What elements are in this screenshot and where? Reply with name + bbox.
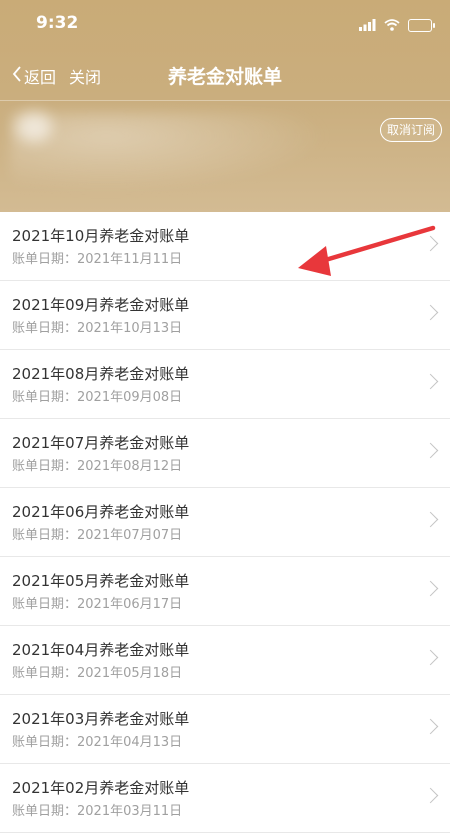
chevron-right-icon [422, 787, 439, 804]
header-divider [0, 100, 450, 101]
status-icons [359, 16, 435, 35]
statement-row[interactable]: 2021年02月养老金对账单 账单日期：2021年03月11日 [0, 764, 450, 833]
chevron-right-icon [422, 718, 439, 735]
chevron-right-icon [422, 580, 439, 597]
statement-row[interactable]: 2021年04月养老金对账单 账单日期：2021年05月18日 [0, 626, 450, 695]
blurred-avatar [16, 112, 52, 142]
chevron-right-icon [422, 373, 439, 390]
account-header: 9:32 返回 关闭 养老金对账单 取消订阅 [0, 0, 450, 212]
statement-row[interactable]: 2021年03月养老金对账单 账单日期：2021年04月13日 [0, 695, 450, 764]
statement-date: 账单日期：2021年06月17日 [12, 597, 183, 612]
statement-title: 2021年02月养老金对账单 [12, 779, 190, 797]
nav-bar: 返回 关闭 养老金对账单 [0, 50, 450, 100]
statement-date: 账单日期：2021年04月13日 [12, 735, 183, 750]
statement-date: 账单日期：2021年05月18日 [12, 666, 183, 681]
statement-row[interactable]: 2021年08月养老金对账单 账单日期：2021年09月08日 [0, 350, 450, 419]
statement-title: 2021年07月养老金对账单 [12, 434, 190, 452]
statement-row[interactable]: 2021年10月养老金对账单 账单日期：2021年11月11日 [0, 212, 450, 281]
chevron-right-icon [422, 649, 439, 666]
statement-date: 账单日期：2021年08月12日 [12, 459, 183, 474]
statement-row[interactable]: 2021年06月养老金对账单 账单日期：2021年07月07日 [0, 488, 450, 557]
unsubscribe-button[interactable]: 取消订阅 [379, 118, 442, 142]
battery-icon [408, 19, 435, 32]
statement-title: 2021年09月养老金对账单 [12, 296, 190, 314]
statement-title: 2021年08月养老金对账单 [12, 365, 190, 383]
statement-date: 账单日期：2021年11月11日 [12, 252, 183, 267]
status-bar: 9:32 [0, 0, 450, 48]
wifi-icon [384, 16, 400, 35]
statement-date: 账单日期：2021年07月07日 [12, 528, 183, 543]
statement-row[interactable]: 2021年09月养老金对账单 账单日期：2021年10月13日 [0, 281, 450, 350]
blurred-account-info [10, 112, 330, 192]
statement-title: 2021年04月养老金对账单 [12, 641, 190, 659]
status-time: 9:32 [36, 13, 79, 33]
statement-title: 2021年03月养老金对账单 [12, 710, 190, 728]
statement-date: 账单日期：2021年10月13日 [12, 321, 183, 336]
statement-list: 2021年10月养老金对账单 账单日期：2021年11月11日 2021年09月… [0, 212, 450, 833]
statement-row[interactable]: 2021年07月养老金对账单 账单日期：2021年08月12日 [0, 419, 450, 488]
statement-date: 账单日期：2021年09月08日 [12, 390, 183, 405]
statement-date: 账单日期：2021年03月11日 [12, 804, 183, 819]
statement-title: 2021年05月养老金对账单 [12, 572, 190, 590]
chevron-right-icon [422, 235, 439, 252]
chevron-right-icon [422, 442, 439, 459]
chevron-right-icon [422, 511, 439, 528]
page-title: 养老金对账单 [167, 66, 282, 88]
signal-icon [359, 16, 376, 35]
chevron-right-icon [422, 304, 439, 321]
statement-row[interactable]: 2021年05月养老金对账单 账单日期：2021年06月17日 [0, 557, 450, 626]
statement-title: 2021年10月养老金对账单 [12, 227, 190, 245]
statement-title: 2021年06月养老金对账单 [12, 503, 190, 521]
